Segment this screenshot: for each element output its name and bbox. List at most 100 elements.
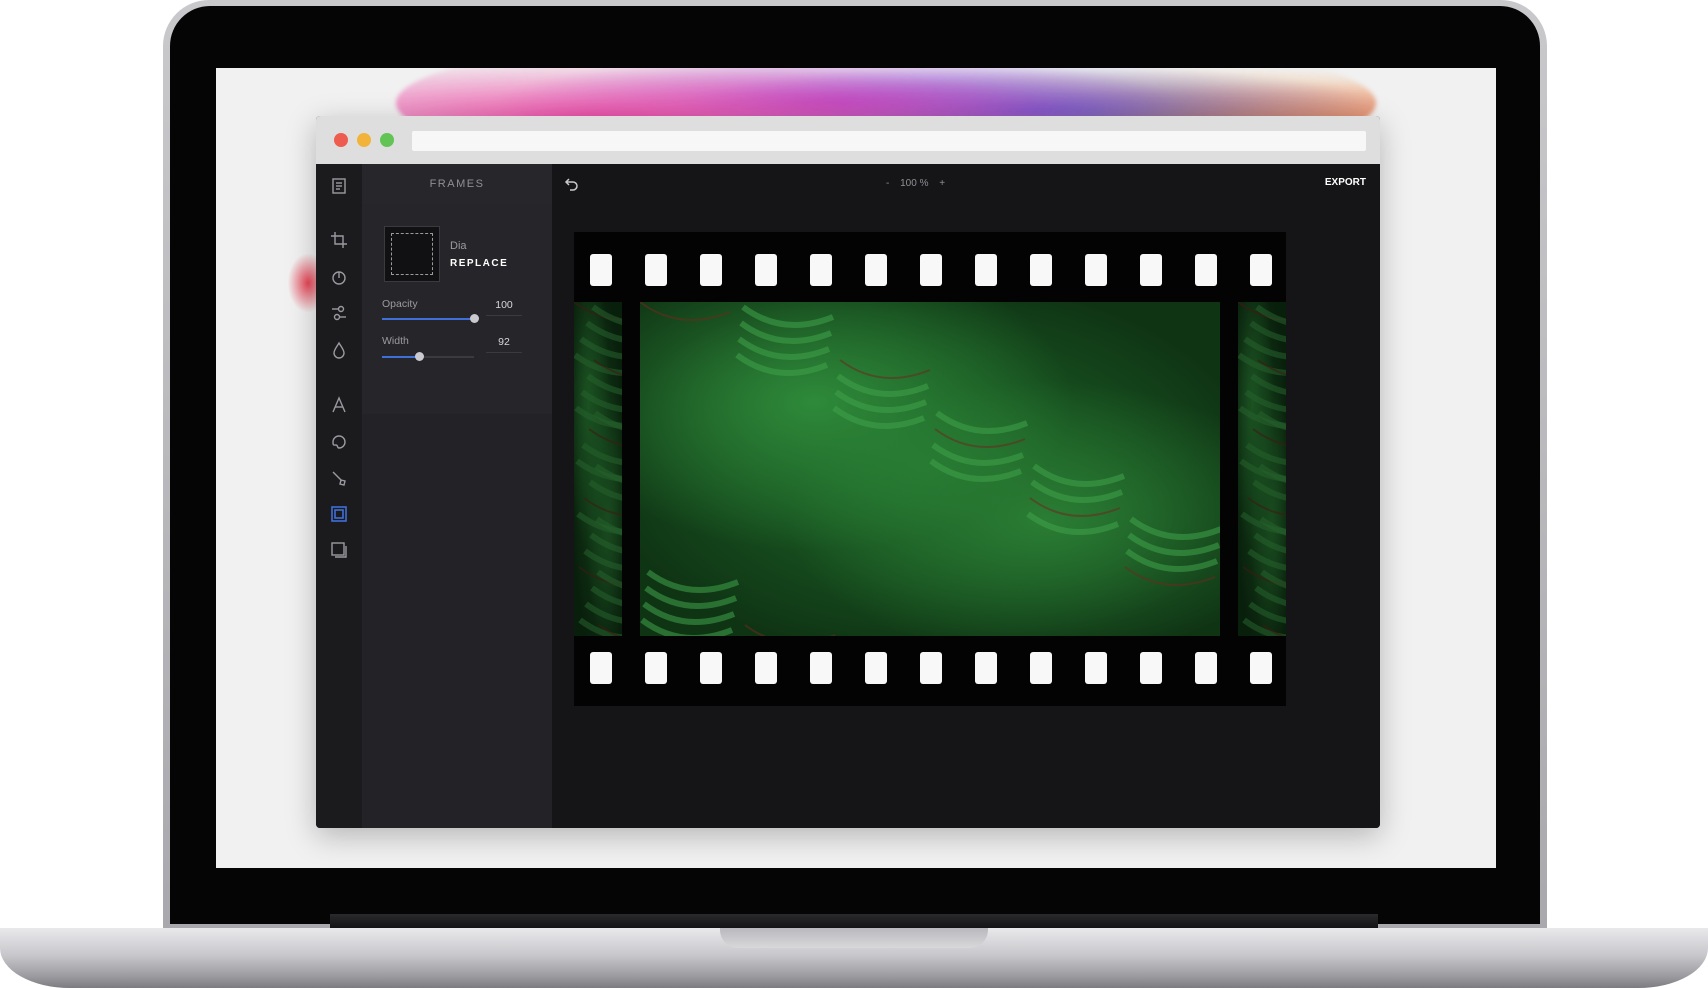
fern-stroke xyxy=(1247,548,1286,571)
fern-stroke xyxy=(1252,428,1286,446)
canvas-area: - 100 % + EXPORT xyxy=(552,164,1380,828)
overlay-icon[interactable] xyxy=(327,538,351,562)
crop-icon[interactable] xyxy=(327,228,351,252)
film-sprocket-hole xyxy=(1250,254,1272,286)
fern-stroke xyxy=(588,479,622,501)
film-sprocket-hole xyxy=(810,652,832,684)
film-sprocket-hole xyxy=(590,254,612,286)
fern-stroke xyxy=(836,373,930,397)
maximize-button[interactable] xyxy=(380,133,394,147)
film-sprocket-hole xyxy=(1140,652,1162,684)
pages-icon[interactable] xyxy=(327,174,351,198)
sticker-icon[interactable] xyxy=(327,429,351,453)
fern-texture xyxy=(1238,302,1286,636)
fern-stroke xyxy=(1247,497,1286,516)
replace-button[interactable]: REPLACE xyxy=(450,258,508,269)
film-sprocket-hole xyxy=(1195,254,1217,286)
tool-rail xyxy=(316,164,362,828)
fern-stroke xyxy=(640,302,731,321)
fern-stroke xyxy=(590,585,622,607)
photo-main[interactable] xyxy=(640,302,1220,636)
opacity-slider-knob[interactable] xyxy=(470,314,479,323)
film-sprocket-hole xyxy=(920,652,942,684)
film-sprocket-hole xyxy=(1140,254,1162,286)
film-sprocket-hole xyxy=(1030,652,1052,684)
minimize-button[interactable] xyxy=(357,133,371,147)
photo-prev-frame xyxy=(574,302,622,636)
address-bar[interactable] xyxy=(412,131,1366,151)
fern-stroke xyxy=(646,569,740,593)
fern-stroke xyxy=(1252,479,1286,501)
zoom-out-button[interactable]: - xyxy=(886,178,889,189)
fern-stroke xyxy=(1244,389,1286,413)
screen: FRAMES Dia REPLACE Opacity 100 Width 92 … xyxy=(216,68,1496,868)
film-sprocket-hole xyxy=(755,652,777,684)
film-sprocket-hole xyxy=(755,254,777,286)
opacity-value[interactable]: 100 xyxy=(486,299,522,316)
photo-next-frame xyxy=(1238,302,1286,636)
width-label: Width xyxy=(382,335,409,347)
app-window: FRAMES Dia REPLACE Opacity 100 Width 92 … xyxy=(316,116,1380,828)
fern-stroke xyxy=(583,548,622,571)
film-sprocket-hole xyxy=(1250,652,1272,684)
frames-panel: FRAMES Dia REPLACE Opacity 100 Width 92 xyxy=(362,164,552,828)
panel-title: FRAMES xyxy=(362,164,552,204)
fern-stroke xyxy=(931,442,1025,466)
fern-stroke xyxy=(839,359,931,379)
fern-stroke xyxy=(589,532,622,554)
film-sprocket-hole xyxy=(975,254,997,286)
film-sprocket-hole xyxy=(700,652,722,684)
laptop-notch xyxy=(720,928,988,948)
film-sprocket-hole xyxy=(920,254,942,286)
fern-stroke xyxy=(596,569,622,589)
fern-stroke xyxy=(744,624,836,636)
fern-stroke xyxy=(1249,320,1286,343)
opacity-slider[interactable] xyxy=(382,314,479,323)
width-slider-knob[interactable] xyxy=(414,352,424,361)
fern-texture xyxy=(640,302,1220,636)
film-sprocket-hole xyxy=(865,254,887,286)
drop-icon[interactable] xyxy=(327,338,351,362)
frame-thumbnail[interactable] xyxy=(384,226,440,282)
fern-stroke xyxy=(1253,532,1286,554)
fern-stroke xyxy=(1245,442,1286,465)
film-sprocket-hole xyxy=(590,652,612,684)
film-sprocket-hole xyxy=(1085,254,1107,286)
fern-stroke xyxy=(583,497,622,516)
fern-stroke xyxy=(935,410,1029,434)
frame-preview xyxy=(391,233,433,275)
fern-stroke xyxy=(1032,463,1126,487)
fern-stroke xyxy=(1254,585,1286,607)
fern-stroke xyxy=(741,304,835,328)
zoom-control: - 100 % + xyxy=(882,178,949,189)
fern-stroke xyxy=(578,617,622,636)
fern-stroke xyxy=(588,428,622,446)
fern-stroke xyxy=(1129,516,1220,540)
zoom-level: 100 % xyxy=(900,178,929,189)
fern-stroke xyxy=(1026,511,1120,535)
film-sprocket-hole xyxy=(865,652,887,684)
export-button[interactable]: EXPORT xyxy=(1325,177,1366,188)
fern-stroke xyxy=(585,320,622,343)
brush-icon[interactable] xyxy=(327,466,351,490)
film-sprocket-hole xyxy=(645,254,667,286)
fern-stroke xyxy=(586,373,622,396)
width-slider[interactable] xyxy=(382,352,474,361)
adjust-icon[interactable] xyxy=(327,301,351,325)
fern-stroke xyxy=(1248,601,1286,624)
undo-icon[interactable] xyxy=(564,176,580,192)
zoom-in-button[interactable]: + xyxy=(939,178,945,189)
film-frame xyxy=(574,232,1286,706)
fern-stroke xyxy=(1243,336,1286,360)
film-sprocket-hole xyxy=(645,652,667,684)
fern-stroke xyxy=(1260,569,1286,589)
fern-stroke xyxy=(579,336,622,360)
frame-icon[interactable] xyxy=(327,502,351,526)
fern-stroke xyxy=(584,601,622,624)
text-icon[interactable] xyxy=(327,393,351,417)
width-value[interactable]: 92 xyxy=(486,336,522,353)
filter-icon[interactable] xyxy=(327,265,351,289)
film-sprocket-hole xyxy=(1085,652,1107,684)
film-sprocket-hole xyxy=(700,254,722,286)
close-button[interactable] xyxy=(334,133,348,147)
